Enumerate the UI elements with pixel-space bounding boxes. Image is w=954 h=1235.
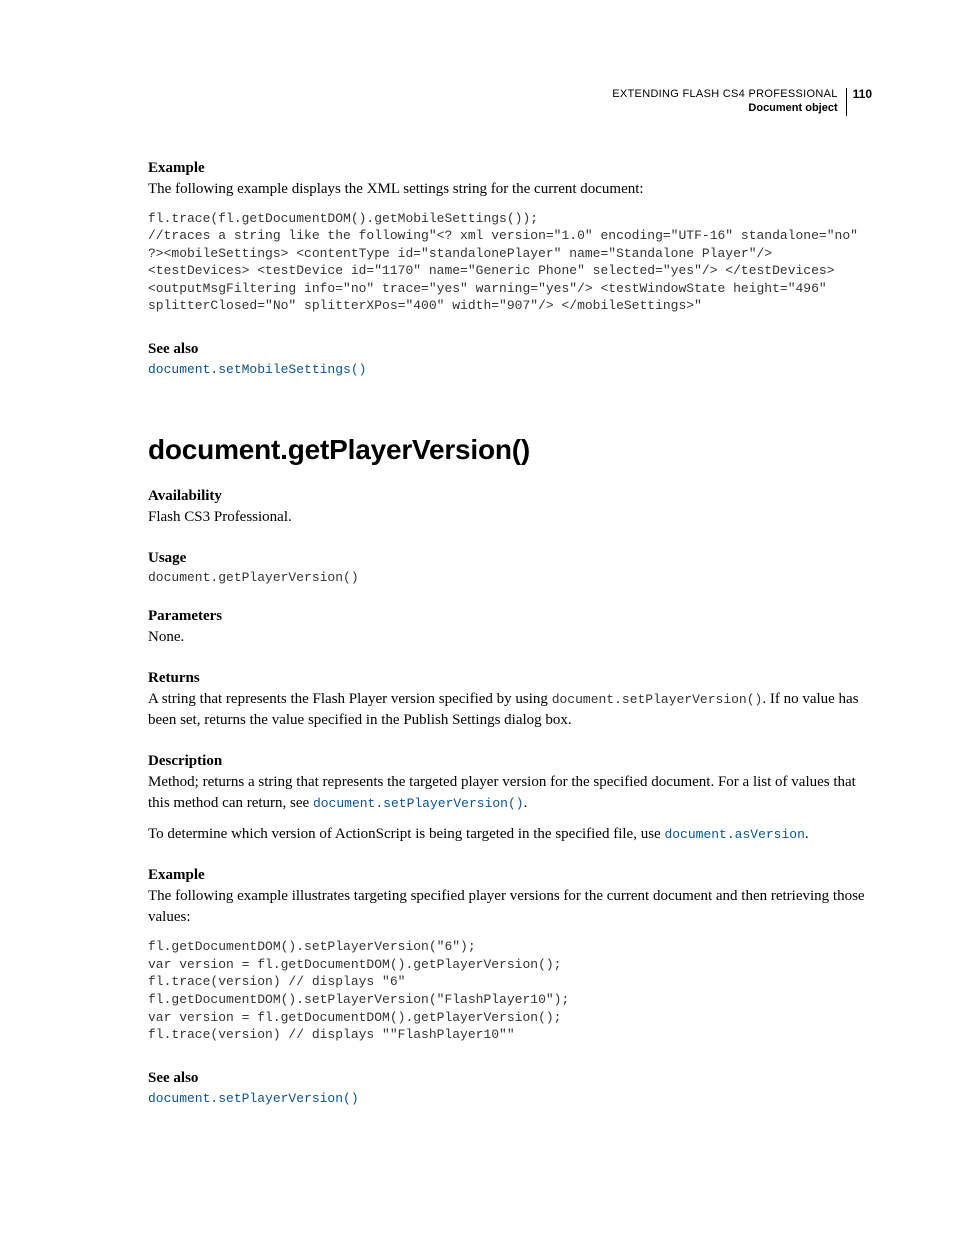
example-heading-2: Example [148,867,872,884]
see-also-heading-2: See also [148,1070,872,1087]
parameters-text: None. [148,627,872,648]
returns-heading: Returns [148,670,872,687]
usage-heading: Usage [148,550,872,567]
running-header: EXTENDING FLASH CS4 PROFESSIONAL Documen… [148,88,872,116]
parameters-heading: Parameters [148,608,872,625]
availability-heading: Availability [148,488,872,505]
desc2-post: . [805,826,809,842]
returns-code-inline: document.setPlayerVersion() [552,692,763,707]
api-method-heading: document.getPlayerVersion() [148,434,872,466]
page-number: 110 [847,88,872,101]
example-intro-2: The following example illustrates target… [148,886,872,928]
availability-text: Flash CS3 Professional. [148,507,872,528]
desc-link-1[interactable]: document.setPlayerVersion() [313,796,524,811]
header-text: EXTENDING FLASH CS4 PROFESSIONAL Documen… [612,88,846,116]
header-section-title: Document object [612,102,837,116]
desc-post: . [524,795,528,811]
see-also-link[interactable]: document.setMobileSettings() [148,362,366,377]
description-text-2: To determine which version of ActionScri… [148,824,872,845]
description-heading: Description [148,753,872,770]
desc2-pre: To determine which version of ActionScri… [148,826,664,842]
desc-link-2[interactable]: document.asVersion [664,827,804,842]
description-text-1: Method; returns a string that represents… [148,772,872,814]
usage-code: document.getPlayerVersion() [148,569,872,587]
returns-text: A string that represents the Flash Playe… [148,689,872,731]
example-heading: Example [148,160,872,177]
page-content: EXTENDING FLASH CS4 PROFESSIONAL Documen… [0,0,954,1167]
example-intro: The following example displays the XML s… [148,179,872,200]
see-also-heading: See also [148,341,872,358]
code-block-2: fl.getDocumentDOM().setPlayerVersion("6"… [148,938,872,1043]
returns-pre: A string that represents the Flash Playe… [148,691,552,707]
header-book-title: EXTENDING FLASH CS4 PROFESSIONAL [612,88,837,102]
code-block: fl.trace(fl.getDocumentDOM().getMobileSe… [148,210,872,315]
see-also-link-2[interactable]: document.setPlayerVersion() [148,1091,359,1106]
